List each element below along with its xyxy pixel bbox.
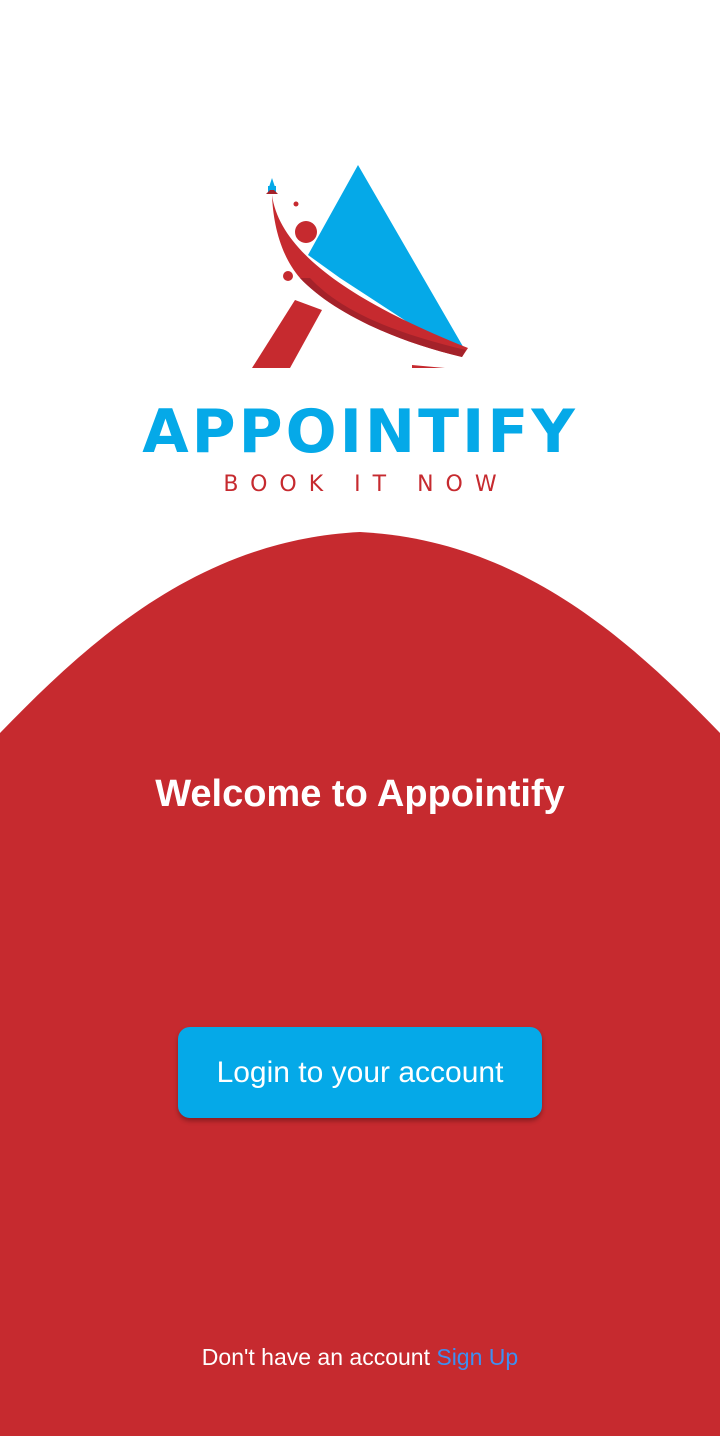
welcome-screen: APPOINTIFY BOOK IT NOW Welcome to Appoin… [0,0,720,1436]
appointify-logo-icon [252,165,468,368]
rocket-icon [266,178,278,194]
signup-link[interactable]: Sign Up [436,1344,518,1370]
welcome-heading: Welcome to Appointify [155,773,565,815]
signup-prompt-text: Don't have an account [201,1344,430,1370]
logo-dot-large [295,221,317,243]
logo-small-triangle [412,365,445,368]
logo-a-red-leg [252,300,322,368]
brand-tagline: BOOK IT NOW [223,472,509,497]
logo-dot-small [293,201,299,207]
brand-name: APPOINTIFY [142,397,578,467]
signup-prompt: Don't have an account Sign Up [0,1340,720,1374]
login-button[interactable]: Login to your account [178,1027,542,1118]
logo-dot-medium [283,271,293,281]
red-curved-background [0,532,720,1436]
